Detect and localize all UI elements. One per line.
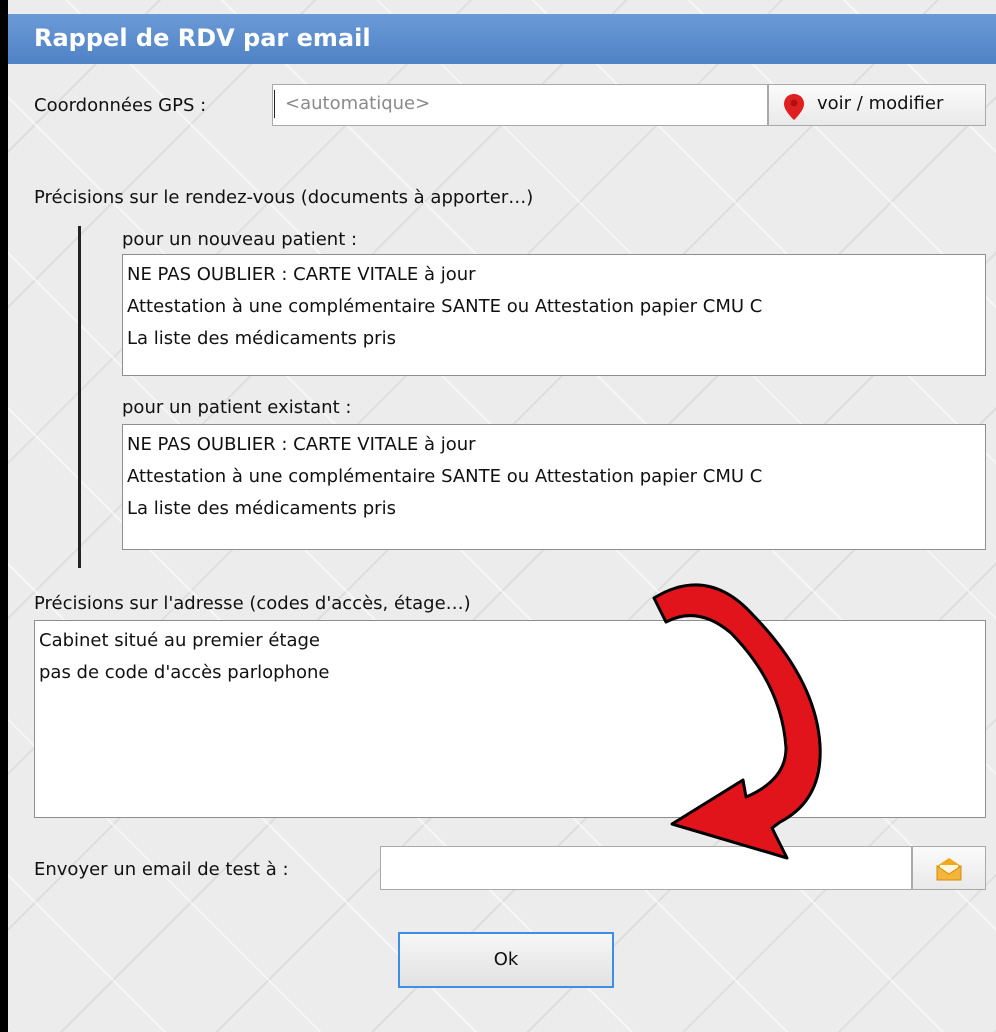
dialog-window: Rappel de RDV par email Coordonnées GPS … [8, 0, 996, 1032]
red-curved-arrow-annotation [652, 583, 822, 860]
